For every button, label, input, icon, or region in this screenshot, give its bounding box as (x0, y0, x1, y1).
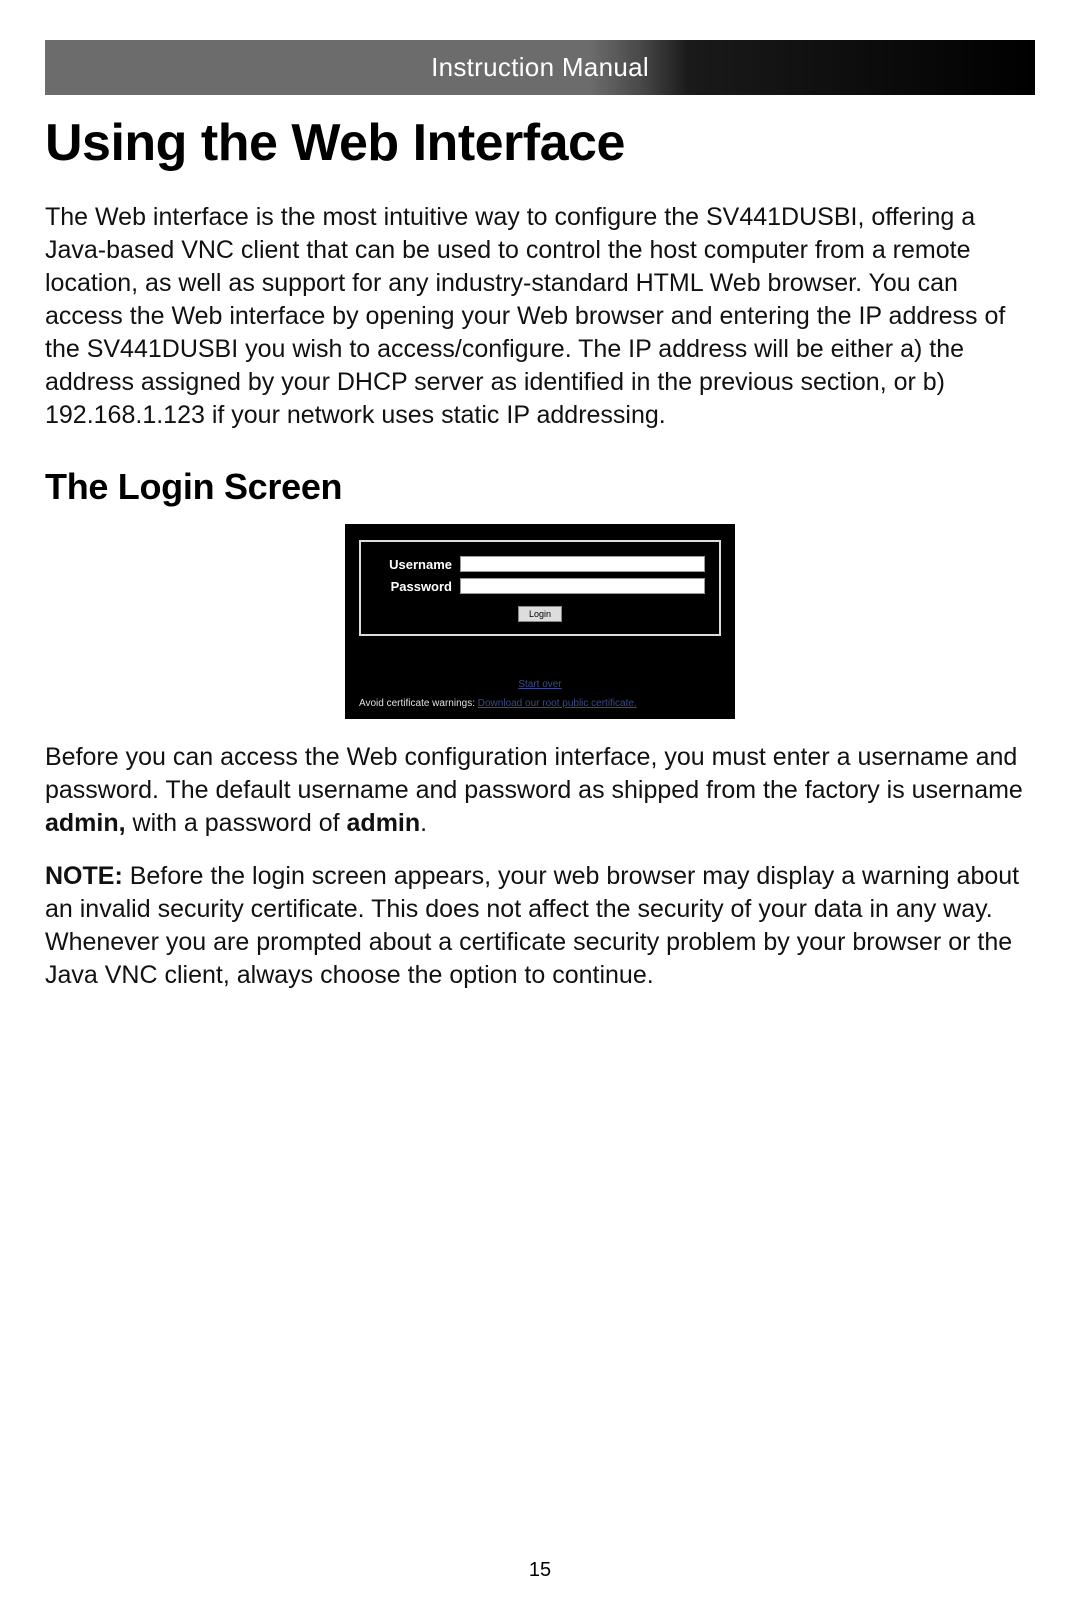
p2-admin1: admin, (45, 809, 126, 837)
intro-paragraph: The Web interface is the most intuitive … (45, 201, 1035, 432)
note-paragraph: NOTE: Before the login screen appears, y… (45, 860, 1035, 992)
login-button[interactable]: Login (518, 606, 562, 622)
login-screenshot: Username Password Login Start over Avoid… (345, 524, 735, 719)
default-creds-paragraph: Before you can access the Web configurat… (45, 741, 1035, 840)
cert-warning-label: Avoid certificate warnings: (359, 698, 478, 709)
username-input[interactable] (460, 556, 705, 572)
login-form-box: Username Password Login (359, 540, 721, 636)
page-number: 15 (0, 1559, 1080, 1582)
username-label: Username (375, 557, 460, 572)
p2-mid: with a password of (126, 809, 347, 837)
password-input[interactable] (460, 578, 705, 594)
p2-end: . (420, 809, 427, 837)
note-body: Before the login screen appears, your we… (45, 862, 1019, 989)
page-heading: Using the Web Interface (45, 113, 1035, 173)
password-label: Password (375, 579, 460, 594)
section-heading-login: The Login Screen (45, 466, 1035, 508)
login-footer: Avoid certificate warnings: Download our… (359, 698, 721, 709)
p2-lead: Before you can access the Web configurat… (45, 743, 1023, 804)
password-row: Password (375, 578, 705, 594)
start-over-link[interactable]: Start over (518, 679, 561, 690)
login-button-row: Login (375, 604, 705, 622)
header-title: Instruction Manual (431, 52, 649, 83)
p2-admin2: admin (347, 809, 421, 837)
note-label: NOTE: (45, 862, 123, 890)
username-row: Username (375, 556, 705, 572)
download-cert-link[interactable]: Download our root public certificate. (478, 698, 637, 709)
header-bar: Instruction Manual (45, 40, 1035, 95)
start-over-link-row: Start over (359, 674, 721, 692)
